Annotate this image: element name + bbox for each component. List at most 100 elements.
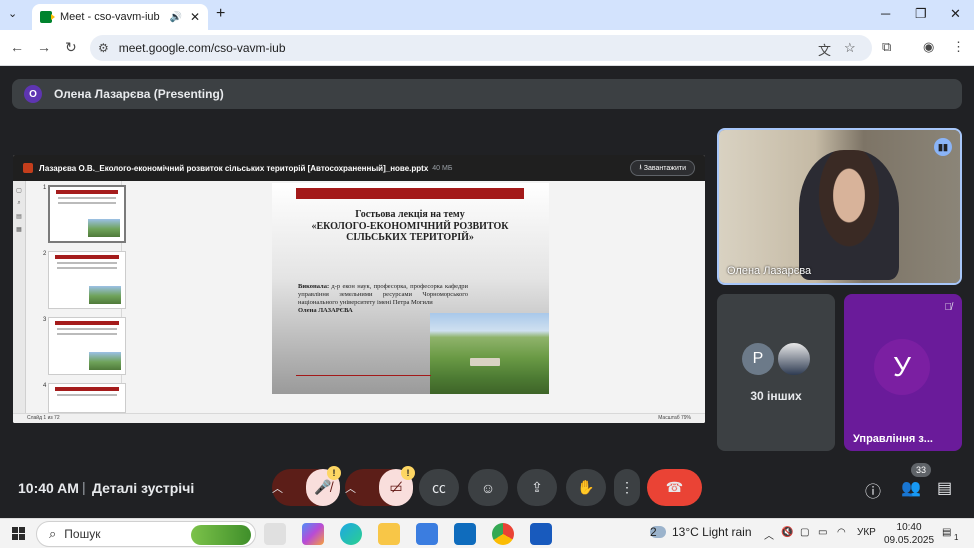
- file-name: Лазарєва О.В._Еколого-економічний розвит…: [39, 163, 429, 173]
- mic-off-icon: 🎙̸: [944, 302, 953, 313]
- thumb-number: 1: [43, 185, 47, 191]
- captions-button[interactable]: ㏄: [419, 469, 459, 506]
- people-icon[interactable]: 👥: [901, 478, 921, 498]
- zoom-tool-icon[interactable]: ⌕: [13, 200, 25, 207]
- raise-hand-button[interactable]: ✋: [566, 469, 606, 506]
- file-size: 40 МБ: [432, 164, 453, 172]
- weather-badge: 2: [650, 525, 657, 539]
- meeting-details-button[interactable]: Деталі зустрічі: [92, 480, 194, 496]
- others-avatar: P: [742, 343, 774, 375]
- tab-meet[interactable]: Meet - cso-vavm-iub 🔊 ✕: [32, 4, 208, 30]
- extensions-icon[interactable]: ⧉: [882, 39, 891, 55]
- chrome-icon[interactable]: [492, 523, 514, 545]
- tool-icon[interactable]: ▦: [13, 226, 25, 233]
- reactions-button[interactable]: ☺: [468, 469, 508, 506]
- weather-widget[interactable]: 13°C Light rain: [650, 525, 752, 539]
- mic-warning-icon: !: [327, 466, 341, 480]
- profile-icon[interactable]: ◉: [923, 39, 934, 55]
- close-window-button[interactable]: ✕: [950, 6, 961, 22]
- mic-options-chevron-icon[interactable]: ︿: [272, 480, 306, 496]
- slide-title-line1: Гостьова лекція на тему: [355, 209, 465, 220]
- taskbar-search[interactable]: ⌕ Пошук: [36, 521, 256, 547]
- site-info-icon[interactable]: ⚙: [98, 41, 109, 55]
- speaking-indicator-icon: ▮▮: [934, 138, 952, 156]
- meet-icon: [40, 11, 55, 23]
- slide-thumbnail[interactable]: [48, 317, 126, 375]
- slide-title-line2: «ЕКОЛОГО-ЕКОНОМІЧНИЙ РОЗВИТОК СІЛЬСЬКИХ …: [311, 221, 509, 243]
- chat-icon[interactable]: ▤: [937, 478, 952, 498]
- omnibox[interactable]: ⚙ meet.google.com/cso-vavm-iub 文 ☆: [90, 35, 872, 61]
- slide-body: Виконала: д-р екон наук, професорка, про…: [298, 283, 468, 315]
- clock-time: 10:40: [896, 522, 922, 533]
- camera-warning-icon: !: [401, 466, 415, 480]
- room-tile[interactable]: 🎙̸ У Управління з...: [844, 294, 962, 451]
- slide-thumbnail[interactable]: [48, 251, 126, 309]
- slide-counter: Слайд 1 из 72: [27, 415, 60, 421]
- browser-tab-bar: ⌄ Meet - cso-vavm-iub 🔊 ✕ + ─ ❐ ✕: [0, 0, 974, 30]
- language-indicator[interactable]: УКР: [857, 527, 876, 538]
- windows-taskbar: ⌕ Пошук 13°C Light rain 2 ︿ 🔇 ▢ ▭ ◠ УКР …: [0, 518, 974, 548]
- search-placeholder: Пошук: [64, 527, 101, 541]
- current-slide: Гостьова лекція на тему «ЕКОЛОГО-ЕКОНОМІ…: [272, 183, 549, 394]
- others-tile[interactable]: P 30 інших: [717, 294, 835, 451]
- translate-icon[interactable]: 文: [818, 40, 831, 59]
- notifications-icon[interactable]: ▤: [942, 527, 951, 538]
- battery-icon[interactable]: ▭: [818, 527, 827, 538]
- viewer-status-bar: Слайд 1 из 72 Масштаб 79%: [13, 413, 705, 423]
- weather-text: 13°C Light rain: [672, 525, 752, 539]
- file-explorer-icon[interactable]: [378, 523, 400, 545]
- back-button[interactable]: ←: [10, 39, 24, 55]
- store-icon[interactable]: [416, 523, 438, 545]
- zoom-level[interactable]: Масштаб 79%: [658, 414, 691, 423]
- slide-thumbnail[interactable]: [48, 185, 126, 243]
- tray-chevron-icon[interactable]: ︿: [764, 527, 774, 542]
- maximize-button[interactable]: ❐: [915, 6, 927, 22]
- thumb-number: 3: [43, 317, 47, 323]
- slide-thumbnail[interactable]: [48, 383, 126, 413]
- leave-call-button[interactable]: ☎: [647, 469, 702, 506]
- thumb-number: 2: [43, 251, 47, 257]
- system-clock[interactable]: 10:40 09.05.2025: [884, 521, 934, 547]
- present-button[interactable]: ⇪: [517, 469, 557, 506]
- bookmark-star-icon[interactable]: ☆: [844, 40, 856, 56]
- url-text[interactable]: meet.google.com/cso-vavm-iub: [119, 41, 286, 55]
- separator: |: [82, 479, 86, 495]
- hang-up-icon: ☎: [665, 479, 684, 495]
- camera-options-chevron-icon[interactable]: ︿: [345, 480, 379, 496]
- word-icon[interactable]: [530, 523, 552, 545]
- hand-icon: ✋: [577, 479, 595, 495]
- speaker-tile[interactable]: ▮▮ Олена Лазарєва: [717, 128, 962, 285]
- meeting-time: 10:40 AM: [18, 480, 79, 496]
- presentation-viewer: ▢ ⌕ ▤ ▦ 1 2 3 4 Гостьова лекція на тему …: [13, 181, 705, 423]
- landscape-photo: [430, 313, 549, 394]
- tool-icon[interactable]: ▤: [13, 213, 25, 220]
- display-icon[interactable]: ▢: [800, 527, 809, 538]
- minimize-button[interactable]: ─: [881, 6, 890, 21]
- new-tab-button[interactable]: +: [216, 5, 225, 23]
- tab-search-button[interactable]: ⌄: [8, 7, 17, 20]
- slide-underline: [296, 375, 431, 376]
- tool-icon[interactable]: ▢: [13, 187, 25, 194]
- outlook-icon[interactable]: [454, 523, 476, 545]
- close-tab-icon[interactable]: ✕: [190, 10, 200, 24]
- more-options-button[interactable]: ⋮: [614, 469, 640, 506]
- copilot-icon[interactable]: [302, 523, 324, 545]
- shared-screen: Лазарєва О.В._Еколого-економічний розвит…: [13, 155, 705, 423]
- presenter-label: Олена Лазарєва (Presenting): [54, 87, 224, 101]
- search-highlight-image: [191, 525, 251, 545]
- forward-button[interactable]: →: [37, 39, 51, 55]
- speaker-icon[interactable]: 🔊: [169, 12, 181, 23]
- participant-photo-avatar: [776, 341, 812, 377]
- edge-icon[interactable]: [340, 523, 362, 545]
- download-button[interactable]: ⭳ Завантажити: [630, 160, 695, 176]
- menu-icon[interactable]: ⋮: [952, 39, 965, 55]
- task-view-icon[interactable]: [264, 523, 286, 545]
- reload-button[interactable]: ↻: [65, 39, 77, 56]
- tab-title: Meet - cso-vavm-iub: [60, 11, 160, 23]
- wifi-icon[interactable]: ◠: [837, 527, 846, 538]
- viewer-tools: ▢ ⌕ ▤ ▦: [13, 181, 26, 413]
- windows-start-icon[interactable]: [12, 527, 25, 540]
- clock-date: 09.05.2025: [884, 535, 935, 546]
- volume-muted-icon[interactable]: 🔇: [781, 527, 793, 538]
- info-icon[interactable]: ⓘ: [865, 478, 881, 502]
